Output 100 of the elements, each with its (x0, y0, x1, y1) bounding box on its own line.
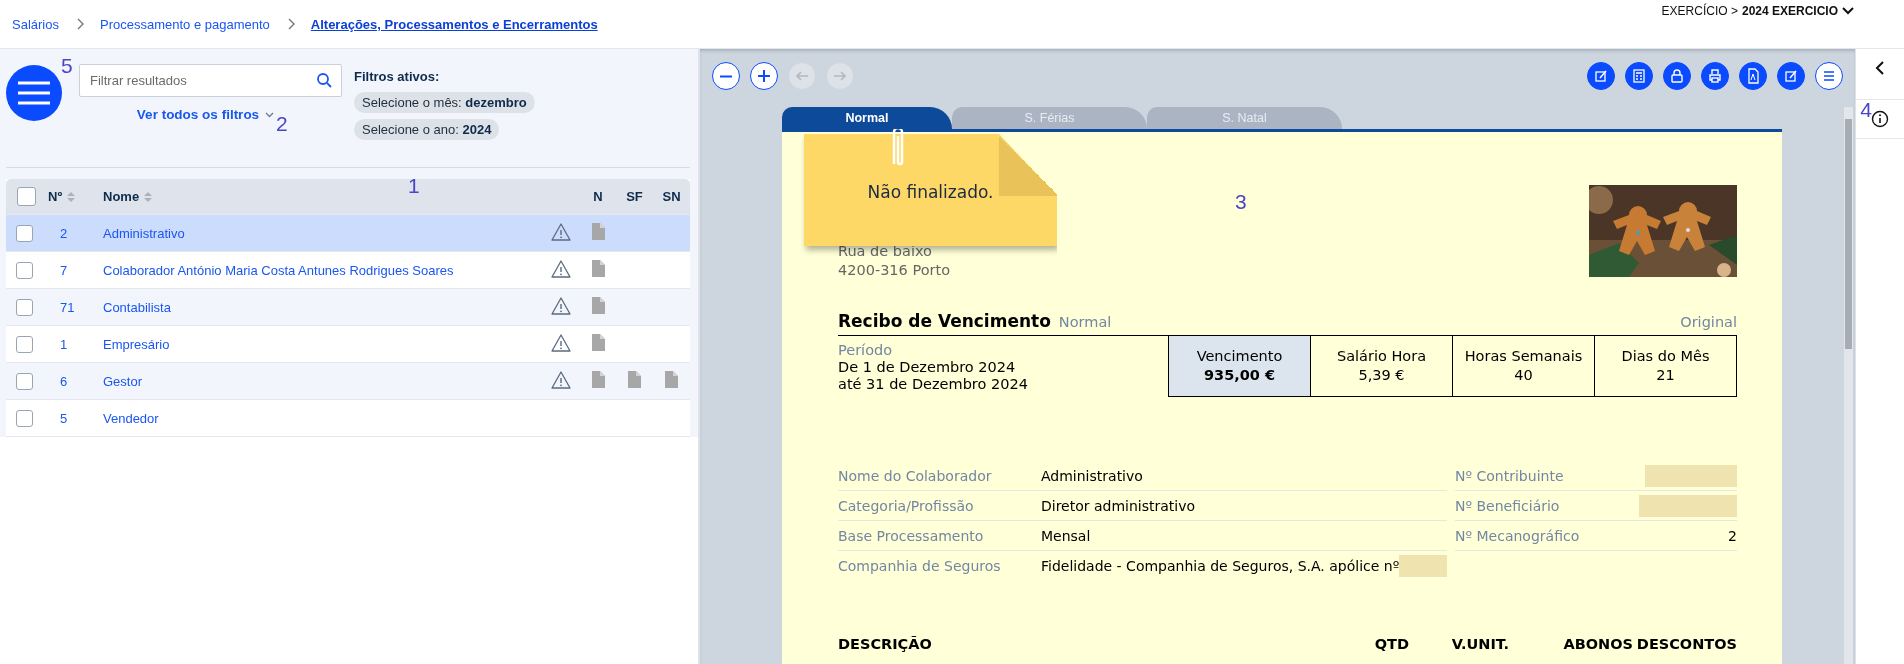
receipt-type: Normal (1058, 314, 1112, 330)
summary-value: 935,00 € (1203, 366, 1276, 385)
edit-button[interactable] (1777, 62, 1805, 90)
chevron-down-icon (1842, 5, 1854, 17)
lock-button[interactable] (1663, 62, 1691, 90)
note-text: Não finalizado. (866, 182, 995, 202)
filter-chip[interactable]: Selecione o mês: dezembro (354, 92, 535, 113)
pdf-button[interactable] (1739, 62, 1767, 90)
filters-link[interactable]: Ver todos os filtros (136, 107, 275, 122)
calculator-button[interactable] (1625, 62, 1653, 90)
table-row[interactable]: 71 Contabilista (6, 289, 690, 326)
document-icon[interactable] (591, 371, 605, 388)
breadcrumb-link[interactable]: Alterações, Processamentos e Encerramentos (310, 16, 598, 32)
column-header[interactable]: Nº (48, 189, 63, 204)
field-value: Diretor administrativo (1041, 497, 1196, 514)
table-cell: Administrativo (103, 225, 185, 241)
row-checkbox[interactable] (16, 372, 33, 390)
document-icon[interactable] (591, 334, 605, 351)
row-checkbox[interactable] (16, 261, 33, 279)
document-icon[interactable] (591, 223, 605, 240)
zoom-in-button[interactable] (750, 62, 778, 90)
field-label: Nº Contribuinte (1455, 467, 1565, 484)
column-header: SN (662, 189, 681, 204)
printer-icon (1706, 67, 1724, 85)
field-label: Nº Mecanográfico (1455, 527, 1581, 544)
table-row[interactable]: 6 Gestor (6, 363, 690, 400)
menu-button[interactable] (1815, 62, 1843, 90)
row-checkbox[interactable] (16, 335, 33, 353)
sort-icon (67, 191, 76, 202)
sort-icon (144, 191, 153, 202)
field-value: 2 (1728, 527, 1737, 544)
document-icon[interactable] (591, 297, 605, 314)
table-cell: Colaborador António Maria Costa Antunes Rodrigues Soares (103, 262, 454, 278)
arrow-left-icon (796, 71, 808, 81)
summary-label: Salário Hora (1336, 347, 1427, 366)
row-checkbox[interactable] (16, 224, 33, 242)
column-header: QTD (1374, 636, 1409, 652)
table-cell-text: 7 (60, 262, 69, 278)
field-label: Nome do Colaborador (838, 467, 993, 484)
folded-corner (999, 134, 1057, 196)
info-button[interactable] (1856, 99, 1904, 139)
menu-button[interactable] (6, 65, 62, 121)
print-button[interactable] (1701, 62, 1729, 90)
menu-icon (18, 80, 50, 106)
breadcrumb-link[interactable]: Salários (12, 16, 59, 32)
row-checkbox[interactable] (16, 298, 33, 316)
table-cell: Vendedor (103, 410, 159, 426)
column-header: ABONOS (1563, 636, 1633, 652)
scrollbar[interactable] (1844, 107, 1853, 664)
chevron-down-icon (265, 111, 275, 118)
field-label: Companhia de Seguros (838, 557, 1002, 574)
field-label: Base Processamento (838, 527, 985, 544)
row-checkbox[interactable] (16, 409, 33, 427)
table-cell-text: 71 (60, 299, 76, 315)
exercise-selector[interactable]: EXERCÍCIO > 2024 EXERCICIO (1661, 4, 1854, 18)
filter-chip[interactable]: Selecione o ano: 2024 (354, 119, 500, 140)
receipt-title: Recibo de Vencimento (838, 311, 1051, 331)
callout-number: 5 (61, 55, 73, 76)
column-header[interactable]: Nome (103, 189, 140, 204)
column-header: DESCONTOS (1636, 636, 1737, 652)
callout-number: 3 (1235, 191, 1247, 212)
summary-label: Horas Semanais (1464, 347, 1583, 366)
field-label: Categoria/Profissão (838, 497, 975, 514)
column-header: DESCRIÇÃO (838, 636, 933, 652)
filters-title: Filtros ativos: (354, 69, 440, 84)
summary-value: 21 (1656, 366, 1675, 385)
table-cell-text: 2 (60, 225, 69, 241)
table-cell: Contabilista (103, 299, 171, 315)
breadcrumb-link[interactable]: Processamento e pagamento (99, 16, 270, 32)
chevron-left-icon (1875, 61, 1885, 75)
document-icon[interactable] (628, 371, 641, 388)
document-tab[interactable]: Normal (782, 107, 952, 129)
document-icon[interactable] (665, 371, 678, 388)
field-value: Mensal (1041, 527, 1091, 544)
callout-number: 2 (276, 113, 288, 134)
column-header: SF (626, 189, 643, 204)
document-icon[interactable] (591, 260, 605, 277)
arrow-right-icon (834, 71, 846, 81)
lock-icon (1668, 67, 1686, 85)
table-cell-text: 6 (60, 373, 69, 389)
field-value: Fidelidade - Companhia de Seguros, S.A. apólice nº (1041, 557, 1400, 574)
field-value: Administrativo (1041, 467, 1143, 484)
summary-value: 5,39 € (1358, 366, 1405, 385)
zoom-out-button[interactable] (712, 62, 740, 90)
edit-button[interactable] (1587, 62, 1615, 90)
plus-icon (758, 70, 770, 82)
callout-number: 4 (1860, 99, 1872, 120)
table-row[interactable]: 2 Administrativo (6, 215, 690, 252)
field-label: Nº Beneficiário (1455, 497, 1561, 514)
table-cell: Empresário (103, 336, 170, 352)
search-field[interactable]: Filtrar resultados (79, 64, 342, 97)
receipt-copy: Original (1680, 314, 1737, 330)
column-header: V.UNIT. (1451, 636, 1509, 652)
summary-label: Vencimento (1196, 347, 1283, 366)
table-cell-text: 5 (60, 410, 69, 426)
table-cell: Gestor (103, 373, 142, 389)
period-line: até 31 de Dezembro 2024 (838, 376, 1028, 393)
address-line: 4200-316 Porto (838, 261, 951, 280)
info-icon (1871, 110, 1889, 128)
select-all-checkbox[interactable] (17, 187, 36, 206)
